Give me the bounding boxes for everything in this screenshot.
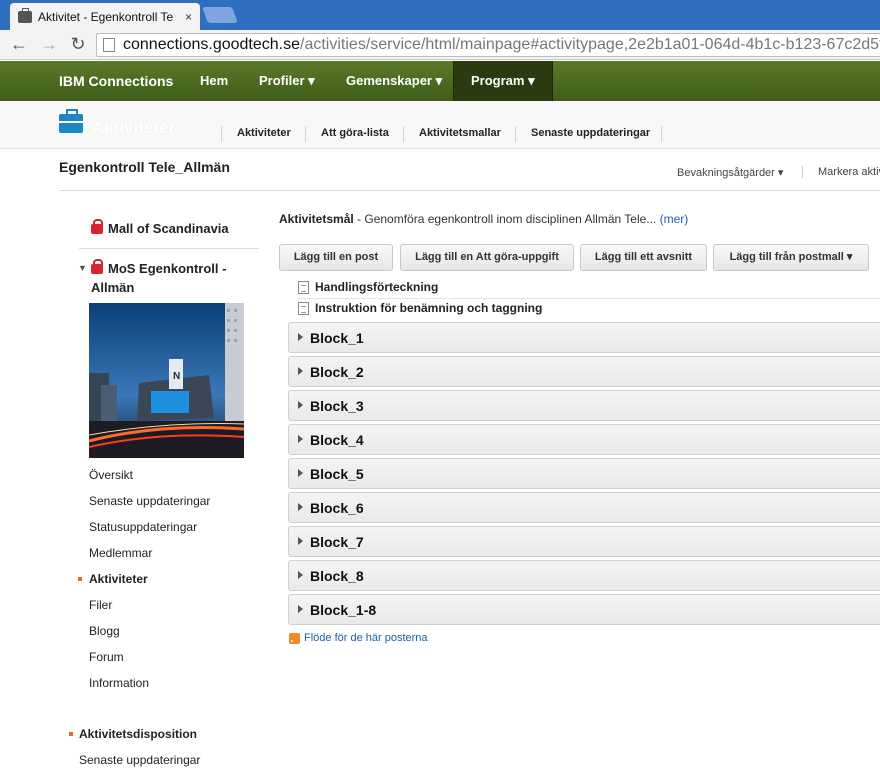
sidebar-item-blog[interactable]: Blogg	[89, 624, 120, 638]
section-block[interactable]: Block_4	[288, 424, 880, 455]
expand-triangle-icon[interactable]	[298, 469, 303, 477]
parent-community-label: Mall of Scandinavia	[108, 221, 229, 236]
section-block[interactable]: Block_1-8	[288, 594, 880, 625]
add-from-template-button[interactable]: Lägg till från postmall ▾	[713, 244, 869, 271]
feed-link[interactable]: Flöde för de här posterna	[289, 632, 428, 644]
more-link[interactable]: (mer)	[660, 212, 689, 226]
lock-icon	[91, 259, 103, 274]
briefcase-icon	[18, 7, 32, 23]
document-icon	[298, 280, 309, 294]
section-title: Block_4	[310, 432, 364, 448]
community-name-label: MoS Egenkontroll - Allmän	[91, 261, 227, 295]
expand-triangle-icon[interactable]	[298, 537, 303, 545]
recent-updates-link[interactable]: Senaste uppdateringar	[79, 753, 200, 767]
expand-triangle-icon[interactable]	[298, 333, 303, 341]
sidebar-item-latest-updates[interactable]: Senaste uppdateringar	[89, 494, 210, 508]
lock-icon	[91, 219, 103, 234]
feed-label: Flöde för de här posterna	[304, 632, 428, 644]
section-block[interactable]: Block_3	[288, 390, 880, 421]
sidebar-item-forum[interactable]: Forum	[89, 650, 124, 664]
add-entry-button[interactable]: Lägg till en post	[279, 244, 393, 271]
sidebar-item-overview[interactable]: Översikt	[89, 468, 133, 482]
activity-outline-link[interactable]: Aktivitetsdisposition	[79, 727, 197, 741]
divider	[59, 190, 880, 191]
sidebar-item-status-updates[interactable]: Statusuppdateringar	[89, 520, 197, 534]
page-icon	[103, 38, 115, 52]
expand-triangle-icon[interactable]	[298, 503, 303, 511]
activities-icon	[59, 109, 83, 133]
tab-divider	[661, 126, 662, 142]
document-title: Instruktion för benämning och taggning	[315, 301, 543, 315]
section-title: Block_1	[310, 330, 364, 346]
page-title: Egenkontroll Tele_Allmän	[59, 159, 230, 175]
new-tab-button[interactable]	[202, 7, 238, 23]
collapse-triangle-icon[interactable]: ▼	[78, 263, 87, 273]
document-icon	[298, 301, 309, 315]
browser-tab[interactable]: Aktivitet - Egenkontroll Te ×	[10, 3, 200, 30]
browser-toolbar: ← → ↻ connections.goodtech.se /activitie…	[0, 30, 880, 60]
url-host: connections.goodtech.se	[123, 36, 301, 53]
expand-triangle-icon[interactable]	[298, 435, 303, 443]
section-title: Block_5	[310, 466, 364, 482]
section-title: Block_2	[310, 364, 364, 380]
section-block[interactable]: Block_1	[288, 322, 880, 353]
section-block[interactable]: Block_6	[288, 492, 880, 523]
address-bar[interactable]: connections.goodtech.se /activities/serv…	[96, 33, 880, 57]
nav-home[interactable]: Hem	[200, 61, 228, 101]
close-tab-icon[interactable]: ×	[185, 10, 192, 24]
section-title: Block_1-8	[310, 602, 377, 618]
community-image: N	[89, 303, 244, 458]
goal-text: - Genomföra egenkontroll inom discipline…	[353, 212, 660, 226]
watch-actions-menu[interactable]: Bevakningsåtgärder ▾	[677, 166, 783, 179]
goal-label: Aktivitetsmål	[279, 212, 354, 226]
browser-tab-title: Aktivitet - Egenkontroll Te	[38, 9, 174, 24]
tab-latest-updates[interactable]: Senaste uppdateringar	[515, 126, 650, 142]
add-section-button[interactable]: Lägg till ett avsnitt	[580, 244, 707, 271]
section-title: Block_7	[310, 534, 364, 550]
active-bullet	[69, 732, 73, 736]
tab-activities[interactable]: Aktiviteter	[221, 126, 291, 142]
add-todo-button[interactable]: Lägg till en Att göra-uppgift	[400, 244, 574, 271]
nav-apps[interactable]: Program ▾	[453, 61, 553, 101]
expand-triangle-icon[interactable]	[298, 571, 303, 579]
back-arrow-icon[interactable]: ←	[8, 33, 30, 55]
sidebar-item-activities[interactable]: Aktiviteter	[89, 572, 148, 586]
section-block[interactable]: Block_7	[288, 526, 880, 557]
nav-communities[interactable]: Gemenskaper ▾	[346, 61, 442, 101]
active-bullet	[78, 577, 82, 581]
reload-icon[interactable]: ↻	[67, 33, 89, 55]
community-name[interactable]: MoS Egenkontroll - Allmän	[91, 259, 251, 297]
activity-goal: Aktivitetsmål - Genomföra egenkontroll i…	[279, 212, 688, 226]
mark-activity-button[interactable]: Markera aktiv	[802, 166, 880, 178]
brand-logo[interactable]: IBM Connections	[59, 73, 173, 89]
svg-text:N: N	[173, 371, 180, 382]
section-block[interactable]: Block_2	[288, 356, 880, 387]
rss-icon	[289, 632, 300, 644]
activities-header: Aktiviteter Aktiviteter Att göra-lista A…	[0, 101, 880, 149]
section-title: Block_8	[310, 568, 364, 584]
sidebar-item-members[interactable]: Medlemmar	[89, 546, 152, 560]
section-title: Block_3	[310, 398, 364, 414]
tab-todo-list[interactable]: Att göra-lista	[305, 126, 389, 142]
nav-profiles[interactable]: Profiler ▾	[259, 61, 315, 101]
section-title: Block_6	[310, 500, 364, 516]
sidebar-item-information[interactable]: Information	[89, 676, 149, 690]
sidebar-item-files[interactable]: Filer	[89, 598, 112, 612]
expand-triangle-icon[interactable]	[298, 605, 303, 613]
forward-arrow-icon[interactable]: →	[38, 33, 60, 55]
divider	[79, 248, 259, 249]
expand-triangle-icon[interactable]	[298, 401, 303, 409]
parent-community-link[interactable]: Mall of Scandinavia	[91, 219, 229, 236]
activities-title[interactable]: Aktiviteter	[92, 118, 175, 138]
document-title: Handlingsförteckning	[315, 280, 439, 294]
list-item[interactable]: Handlingsförteckning	[298, 277, 438, 297]
section-block[interactable]: Block_5	[288, 458, 880, 489]
top-navigation: IBM Connections Hem Profiler ▾ Gemenskap…	[0, 61, 880, 101]
browser-tab-strip: Aktivitet - Egenkontroll Te ×	[0, 0, 880, 30]
section-block[interactable]: Block_8	[288, 560, 880, 591]
expand-triangle-icon[interactable]	[298, 367, 303, 375]
tab-activity-templates[interactable]: Aktivitetsmallar	[403, 126, 501, 142]
list-item[interactable]: Instruktion för benämning och taggning	[298, 298, 542, 318]
url-path: /activities/service/html/mainpage#activi…	[300, 36, 880, 53]
